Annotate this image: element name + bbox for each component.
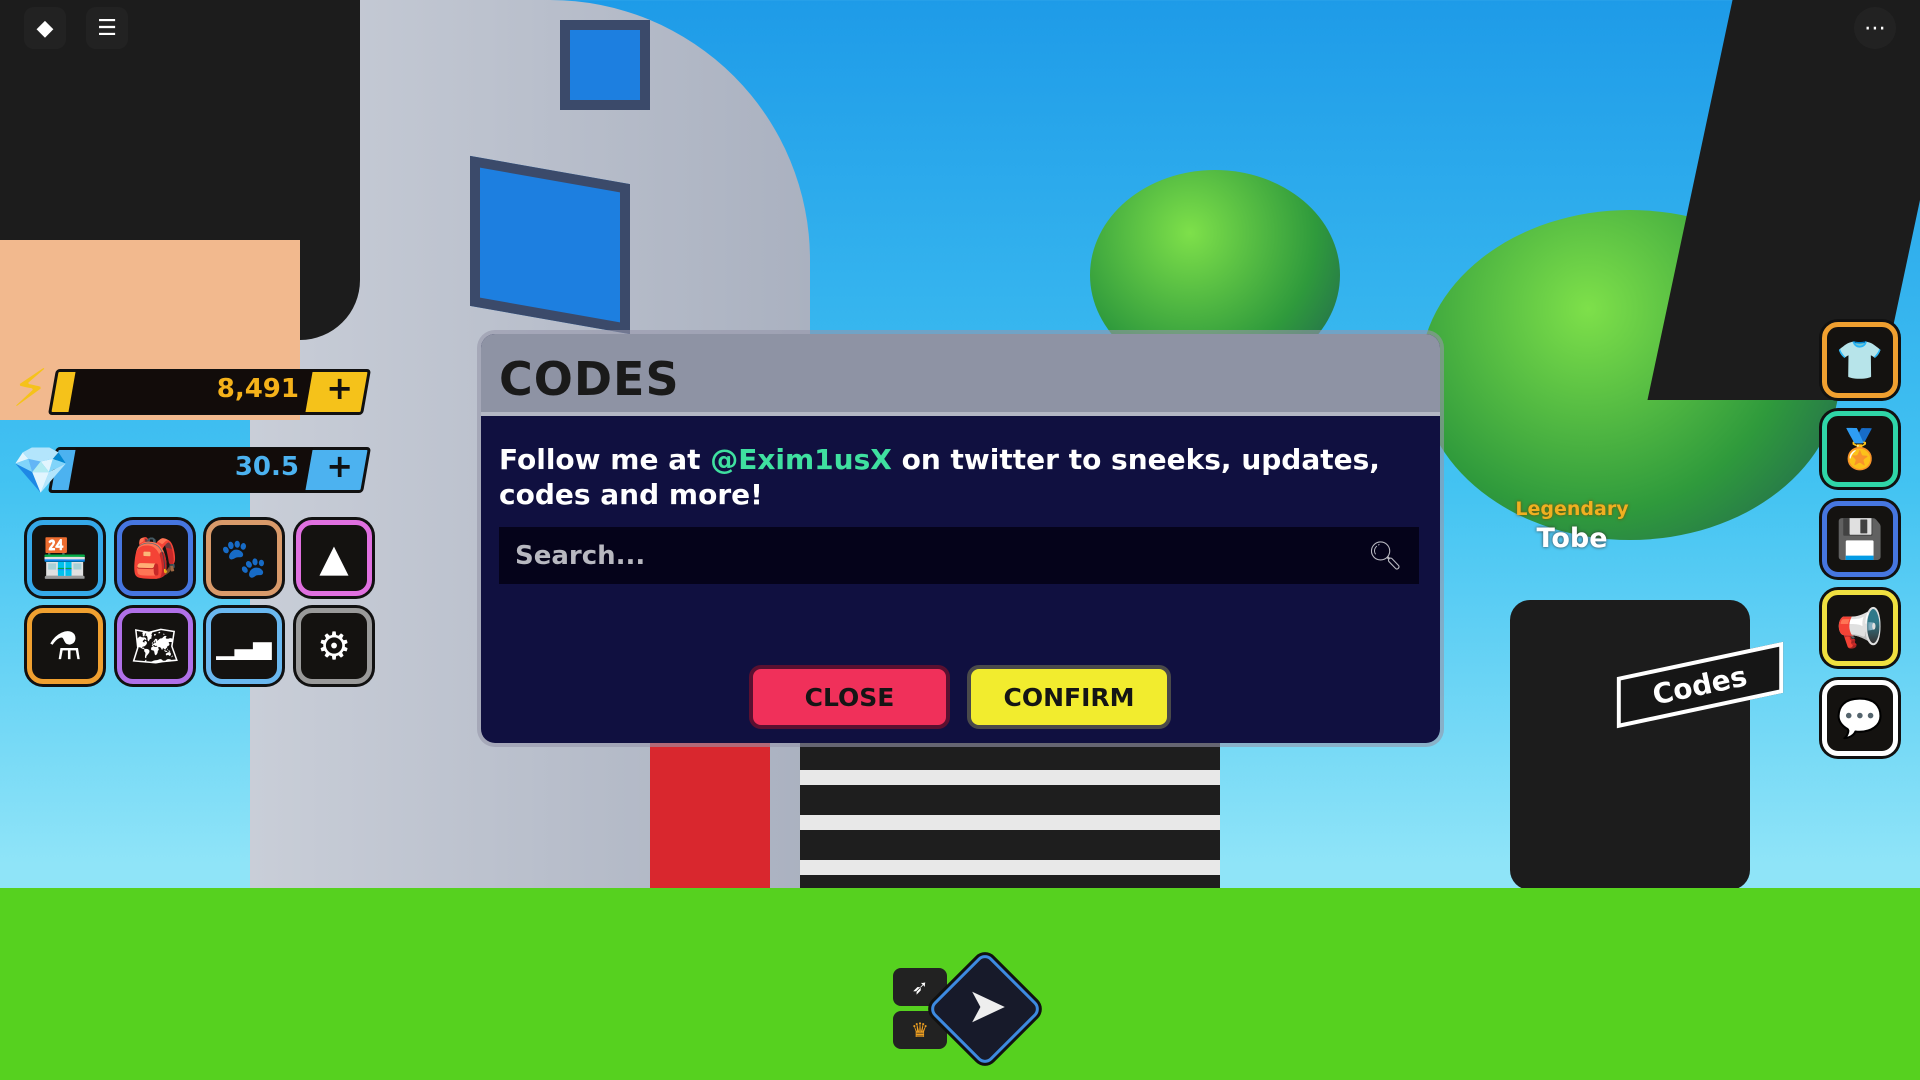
gems-value: 30.5 xyxy=(234,452,299,482)
npc-name-label: Tobe xyxy=(1536,523,1608,554)
lightning-icon: ⚡ xyxy=(12,359,49,419)
inventory-button[interactable]: 🎒 xyxy=(117,520,193,596)
potion-button[interactable]: ⚗ xyxy=(27,608,103,684)
red-pillar xyxy=(650,720,770,890)
megaphone-icon: 📢 xyxy=(1836,605,1884,650)
wizard-hat-icon: ▲ xyxy=(319,536,349,580)
codes-dialog: CODES Follow me at @Exim1usX on twitter … xyxy=(481,334,1440,743)
roblox-logo-icon[interactable]: ◆ xyxy=(24,7,66,49)
search-icon[interactable]: 🔍︎ xyxy=(1367,539,1403,572)
settings-gear-icon: ⚙ xyxy=(316,624,352,668)
energy-counter: 8,491 + ⚡ xyxy=(12,359,372,419)
shirt-icon: 👕 xyxy=(1836,337,1884,382)
map-button[interactable]: 🗺 xyxy=(117,608,193,684)
chat-notes-icon[interactable]: ☰ xyxy=(86,7,128,49)
inventory-icon: 🎒 xyxy=(131,535,179,580)
settings-gear-button[interactable]: ⚙ xyxy=(296,608,372,684)
gems-add-button[interactable]: + xyxy=(326,447,353,485)
building-window xyxy=(470,155,630,335)
code-search-input[interactable] xyxy=(515,540,1368,571)
save-floppy-icon: 💾 xyxy=(1836,516,1884,561)
potion-icon: ⚗ xyxy=(47,624,83,668)
wizard-hat-button[interactable]: ▲ xyxy=(296,520,372,596)
close-button[interactable]: CLOSE xyxy=(749,665,950,729)
dialog-header: CODES xyxy=(481,334,1440,416)
more-options-icon[interactable]: ⋯ xyxy=(1854,7,1896,49)
click-cursor-icon: ➶ xyxy=(911,975,929,999)
shop-button[interactable]: 🏪 xyxy=(27,520,103,596)
cursor-arrow-icon: ➤ xyxy=(966,978,1008,1034)
dialog-message: Follow me at @Exim1usX on twitter to sne… xyxy=(499,442,1380,512)
gems-counter: 30.5 + 💎 xyxy=(12,443,372,497)
pets-paw-button[interactable]: 🐾 xyxy=(206,520,282,596)
pets-paw-icon: 🐾 xyxy=(220,535,268,580)
map-icon: 🗺 xyxy=(130,623,180,668)
code-search-field[interactable]: 🔍︎ xyxy=(499,527,1419,584)
diamond-icon: 💎 xyxy=(12,443,70,497)
award-ribbon-icon: 🏅 xyxy=(1836,426,1884,471)
npc-body xyxy=(1510,600,1750,890)
npc-rarity-label: Legendary xyxy=(1515,498,1629,520)
confirm-button[interactable]: CONFIRM xyxy=(967,665,1171,729)
chat-bubble-icon: 💬 xyxy=(1836,695,1884,740)
crown-icon: ♛ xyxy=(911,1018,929,1042)
megaphone-button[interactable]: 📢 xyxy=(1822,590,1898,666)
save-floppy-button[interactable]: 💾 xyxy=(1822,501,1898,577)
chat-bubble-button[interactable]: 💬 xyxy=(1822,680,1898,756)
shop-icon: 🏪 xyxy=(41,535,89,580)
message-text: Follow me at xyxy=(499,443,711,476)
stats-chart-button[interactable]: ▁▃▅ xyxy=(206,608,282,684)
stats-chart-icon: ▁▃▅ xyxy=(216,632,272,660)
building-window xyxy=(560,20,650,110)
award-ribbon-button[interactable]: 🏅 xyxy=(1822,411,1898,487)
shirt-button[interactable]: 👕 xyxy=(1822,322,1898,398)
dialog-title: CODES xyxy=(499,352,680,406)
energy-add-button[interactable]: + xyxy=(326,369,353,407)
twitter-handle: @Exim1usX xyxy=(710,443,892,476)
energy-value: 8,491 xyxy=(216,374,299,404)
